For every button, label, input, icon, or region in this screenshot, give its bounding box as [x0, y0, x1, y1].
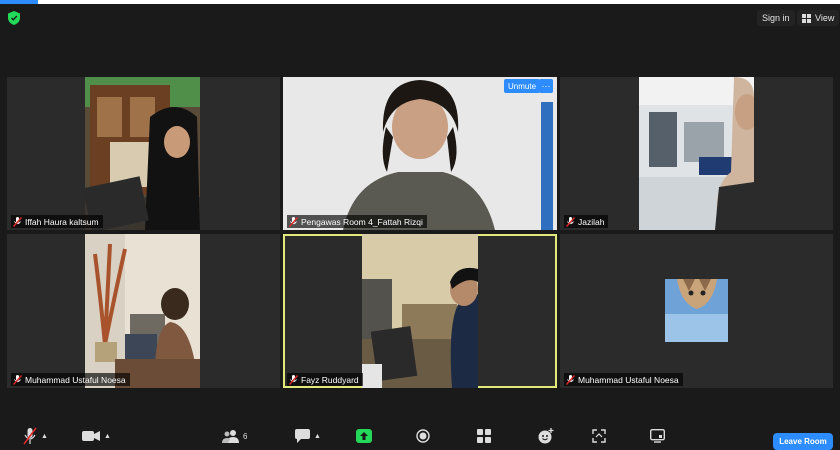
encryption-shield-icon[interactable]: [8, 11, 20, 25]
apps-button[interactable]: [477, 426, 491, 446]
start-video-button[interactable]: ▲: [82, 426, 111, 446]
record-button[interactable]: [416, 426, 430, 446]
sign-in-label: Sign in: [762, 13, 790, 23]
share-screen-icon: [356, 429, 372, 443]
video-tile[interactable]: Muhammad Ustaful Noesa: [7, 234, 280, 388]
expand-arrows-icon: [592, 429, 606, 443]
participant-video: [283, 77, 557, 230]
record-icon: [416, 429, 430, 443]
participant-name: Muhammad Ustaful Noesa: [578, 374, 679, 385]
view-label: View: [815, 13, 835, 23]
participant-video: [362, 234, 478, 388]
more-options-button[interactable]: ···: [539, 79, 553, 93]
video-tile[interactable]: Jazilah: [560, 77, 833, 230]
share-screen-button[interactable]: [356, 426, 372, 446]
participant-name-bar: Jazilah: [564, 215, 609, 228]
participant-video: [85, 77, 200, 230]
mic-muted-icon: [13, 374, 22, 385]
leave-room-label: Leave Room: [779, 437, 827, 446]
more-icon: ···: [541, 81, 551, 91]
meeting-toolbar: ▲ ▲ 6 ▲: [0, 422, 840, 450]
mic-muted-icon: [13, 216, 22, 227]
participant-name-bar: Fayz Ruddyard: [287, 373, 363, 386]
grid-icon: [802, 13, 811, 23]
participant-name: Jazilah: [578, 216, 605, 227]
mic-muted-icon: [289, 374, 298, 385]
chevron-up-icon[interactable]: ▲: [314, 433, 321, 440]
unmute-button[interactable]: Unmute: [504, 79, 541, 93]
mic-muted-icon: [289, 216, 298, 227]
video-tile-active-speaker[interactable]: Fayz Ruddyard: [283, 234, 557, 388]
participants-count: 6: [243, 431, 248, 441]
participant-name-bar: Muhammad Ustaful Noesa: [11, 373, 130, 386]
participant-name: Fayz Ruddyard: [301, 374, 359, 385]
view-button[interactable]: View: [797, 10, 840, 26]
mute-button[interactable]: ▲: [23, 426, 48, 446]
mic-muted-icon: [566, 374, 575, 385]
participant-name-bar: Iffah Haura kaltsum: [11, 215, 103, 228]
reactions-button[interactable]: [538, 426, 554, 446]
video-tile[interactable]: Muhammad Ustaful Noesa: [560, 234, 833, 388]
title-strip: [0, 0, 840, 4]
participant-video: [639, 77, 754, 230]
video-camera-icon: [82, 431, 100, 441]
participant-avatar: [665, 279, 728, 342]
participants-button[interactable]: 6: [222, 426, 247, 446]
unmute-label: Unmute: [508, 81, 537, 91]
participants-icon: [222, 430, 239, 443]
video-tile[interactable]: Iffah Haura kaltsum: [7, 77, 280, 230]
zoom-logo-strip: [0, 0, 38, 4]
whiteboard-button[interactable]: [592, 426, 606, 446]
participant-name: Pengawas Room 4_Fattah Rizqi: [301, 216, 423, 227]
chevron-up-icon[interactable]: ▲: [41, 433, 48, 440]
screen-captions-icon: [650, 429, 665, 443]
participant-name: Iffah Haura kaltsum: [25, 216, 99, 227]
leave-room-button[interactable]: Leave Room: [773, 433, 833, 450]
participant-video: [85, 234, 200, 388]
captions-button[interactable]: [650, 426, 665, 446]
emoji-add-icon: [538, 428, 554, 444]
apps-grid-icon: [477, 429, 491, 443]
sign-in-button[interactable]: Sign in: [757, 10, 795, 26]
mic-muted-icon: [566, 216, 575, 227]
video-tile[interactable]: Unmute ··· Pengawas Room 4_Fattah Rizqi: [283, 77, 557, 230]
chevron-up-icon[interactable]: ▲: [104, 433, 111, 440]
chat-button[interactable]: ▲: [295, 426, 321, 446]
participant-name-bar: Pengawas Room 4_Fattah Rizqi: [287, 215, 427, 228]
participant-name: Muhammad Ustaful Noesa: [25, 374, 126, 385]
participant-name-bar: Muhammad Ustaful Noesa: [564, 373, 683, 386]
chat-bubble-icon: [295, 429, 310, 443]
microphone-muted-icon: [23, 427, 37, 445]
